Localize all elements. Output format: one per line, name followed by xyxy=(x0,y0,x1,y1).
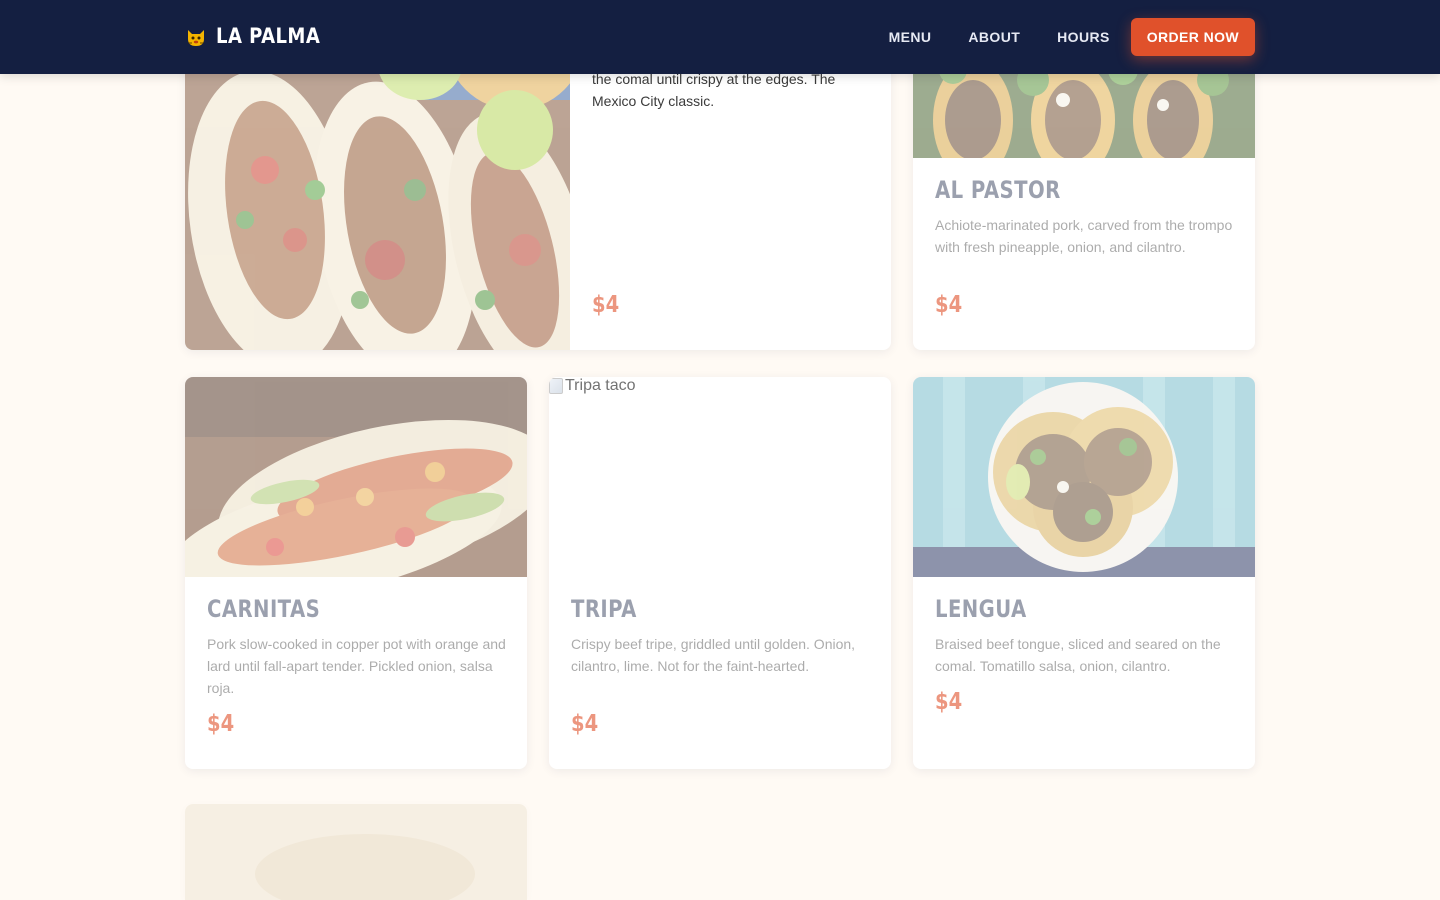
brand-logo[interactable]: LA PALMA xyxy=(185,22,337,50)
menu-card-next[interactable] xyxy=(185,804,527,900)
nav-link-hours[interactable]: HOURS xyxy=(1057,29,1110,45)
card-description: Braised beef tongue, sliced and seared o… xyxy=(935,636,1221,674)
card-description: Pork slow-cooked in copper pot with oran… xyxy=(207,636,506,696)
card-title: CARNITAS xyxy=(207,595,321,623)
image-alt-text: Tripa taco xyxy=(565,377,636,394)
card-title: LENGUA xyxy=(935,595,1027,623)
card-price: $4 xyxy=(935,292,963,318)
carnitas-image xyxy=(185,377,527,577)
card-title: TRIPA xyxy=(571,595,637,623)
brand-name: LA PALMA xyxy=(216,24,321,48)
card-description: Achiote-marinated pork, carved from the … xyxy=(935,217,1233,255)
lengua-image xyxy=(913,377,1255,577)
menu-card-tripa[interactable]: Tripa taco TRIPA Crispy beef tripe, grid… xyxy=(549,377,891,769)
card-price: $4 xyxy=(935,689,963,715)
card-price: $4 xyxy=(207,711,235,737)
broken-image-icon xyxy=(549,378,563,394)
card-description: Crispy beef tripe, griddled until golden… xyxy=(571,636,856,674)
nav-links: MENU ABOUT HOURS ORDER NOW xyxy=(889,18,1255,56)
card-description: the comal until crispy at the edges. The… xyxy=(592,71,836,109)
nav-link-about[interactable]: ABOUT xyxy=(968,29,1020,45)
menu-card-lengua[interactable]: LENGUA Braised beef tongue, sliced and s… xyxy=(913,377,1255,769)
next-card-image xyxy=(185,804,527,900)
card-title: AL PASTOR xyxy=(935,176,1061,204)
card-price: $4 xyxy=(571,711,599,737)
nav-link-menu[interactable]: MENU xyxy=(889,29,932,45)
order-now-button[interactable]: ORDER NOW xyxy=(1130,18,1255,56)
cat-face-icon xyxy=(188,30,204,46)
broken-image-placeholder: Tripa taco xyxy=(549,377,891,577)
card-price: $4 xyxy=(592,292,620,318)
top-navbar: LA PALMA MENU ABOUT HOURS ORDER NOW xyxy=(0,0,1440,74)
menu-card-carnitas[interactable]: CARNITAS Pork slow-cooked in copper pot … xyxy=(185,377,527,769)
